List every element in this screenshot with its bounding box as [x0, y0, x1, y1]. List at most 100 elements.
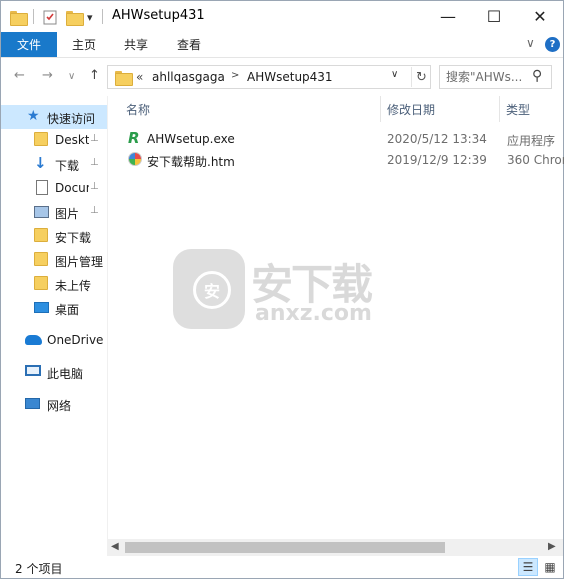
- network-icon: [25, 396, 41, 412]
- breadcrumb-item[interactable]: AHWsetup431: [247, 70, 333, 84]
- file-type: 360 Chrome HTML Document: [507, 153, 564, 167]
- quick-access-dropdown-icon[interactable]: ▾: [87, 8, 93, 26]
- folder-icon: [34, 252, 50, 268]
- exe-icon: R: [128, 129, 140, 147]
- file-list: 名称 修改日期 类型 R AHWsetup.exe 2020/5/12 13:3…: [107, 96, 564, 539]
- sidebar-item-documents[interactable]: Documents ⊥: [1, 176, 107, 200]
- navigation-pane: ★ 快速访问 Desktop ⊥ ↓ 下载 ⊥ Documents ⊥ 图片 ⊥…: [1, 99, 107, 557]
- pin-icon: ⊥: [90, 205, 99, 216]
- file-row[interactable]: R AHWsetup.exe 2020/5/12 13:34 应用程序: [124, 129, 564, 150]
- pictures-icon: [34, 204, 50, 220]
- sidebar-item-this-pc[interactable]: 此电脑: [1, 360, 107, 384]
- desktop-icon: [34, 300, 50, 316]
- details-view-button[interactable]: ☰: [518, 558, 538, 576]
- download-icon: ↓: [34, 154, 47, 172]
- sidebar-item-label: 安下载: [55, 231, 92, 245]
- up-button[interactable]: ↑: [89, 68, 100, 83]
- minimize-button[interactable]: —: [425, 1, 471, 32]
- html-icon: [128, 152, 144, 168]
- sidebar-item-downloads[interactable]: ↓ 下载 ⊥: [1, 152, 107, 176]
- sidebar-item-desktop-cn[interactable]: 桌面: [1, 296, 107, 320]
- navigation-bar: ← → ∨ ↑ « ahllqasgaga > AHWsetup431 ∨ ↻ …: [1, 58, 563, 96]
- sidebar-item-label: 桌面: [55, 303, 80, 317]
- star-icon: ★: [27, 108, 40, 124]
- search-box[interactable]: ⚲: [439, 65, 552, 89]
- explorer-window: ▾ AHWsetup431 — ☐ ✕ 文件 主页 共享 查看 ∨ ? ← → …: [0, 0, 564, 579]
- file-modified: 2020/5/12 13:34: [387, 132, 487, 146]
- file-name: 安下载帮助.htm: [147, 155, 235, 169]
- folder-icon: [34, 276, 50, 292]
- close-button[interactable]: ✕: [517, 1, 563, 32]
- search-icon[interactable]: ⚲: [532, 68, 542, 84]
- sidebar-item-anxiazai[interactable]: 安下载: [1, 224, 107, 248]
- sidebar-item-picture-manager[interactable]: 图片管理: [1, 248, 107, 272]
- column-header-type[interactable]: 类型: [506, 96, 530, 122]
- horizontal-scrollbar[interactable]: ◀ ▶: [107, 539, 563, 556]
- ribbon-tabs: 文件 主页 共享 查看 ∨ ?: [1, 32, 563, 58]
- column-divider[interactable]: [380, 96, 381, 122]
- address-bar[interactable]: « ahllqasgaga > AHWsetup431 ∨ ↻: [107, 65, 431, 89]
- sidebar-item-label: OneDrive: [47, 333, 104, 347]
- sidebar-item-quick-access[interactable]: ★ 快速访问: [1, 105, 107, 129]
- sidebar-item-label: 下载: [55, 159, 80, 173]
- forward-button[interactable]: →: [42, 68, 53, 83]
- breadcrumb-item[interactable]: ahllqasgaga: [152, 70, 225, 84]
- tab-home[interactable]: 主页: [72, 32, 96, 57]
- address-dropdown-icon[interactable]: ∨: [391, 69, 398, 80]
- pin-icon: ⊥: [90, 181, 99, 192]
- breadcrumb-overflow[interactable]: «: [136, 70, 143, 84]
- back-button[interactable]: ←: [14, 68, 25, 83]
- breadcrumb-separator[interactable]: >: [231, 70, 239, 81]
- status-bar: 2 个项目 ☰ ▦: [1, 557, 563, 578]
- file-type: 应用程序: [507, 134, 556, 148]
- sidebar-item-label: Desktop: [55, 133, 89, 147]
- sidebar-item-label: 图片管理: [55, 255, 104, 269]
- tab-share[interactable]: 共享: [124, 32, 148, 57]
- title-divider: [102, 9, 103, 24]
- help-icon[interactable]: ?: [545, 37, 560, 52]
- title-bar: ▾ AHWsetup431 — ☐ ✕: [1, 1, 563, 32]
- sidebar-item-desktop[interactable]: Desktop ⊥: [1, 128, 107, 152]
- sidebar-item-onedrive[interactable]: OneDrive: [1, 328, 107, 352]
- document-icon: [34, 180, 50, 196]
- column-divider[interactable]: [499, 96, 500, 122]
- onedrive-icon: [25, 332, 42, 348]
- scrollbar-thumb[interactable]: [125, 542, 445, 553]
- folder-icon: [115, 71, 133, 86]
- sidebar-item-network[interactable]: 网络: [1, 392, 107, 416]
- sidebar-item-not-uploaded[interactable]: 未上传: [1, 272, 107, 296]
- column-header-name[interactable]: 名称: [126, 96, 150, 122]
- toolbar-divider: [33, 9, 34, 24]
- sidebar-item-label: 图片: [55, 207, 80, 221]
- window-title: AHWsetup431: [112, 8, 205, 23]
- sidebar-item-label: Documents: [55, 181, 89, 195]
- scroll-left-icon[interactable]: ◀: [111, 541, 119, 552]
- file-modified: 2019/12/9 12:39: [387, 153, 487, 167]
- recent-locations-button[interactable]: ∨: [68, 71, 75, 82]
- sidebar-item-label: 网络: [47, 399, 72, 413]
- file-row[interactable]: 安下载帮助.htm 2019/12/9 12:39 360 Chrome HTM…: [124, 150, 564, 171]
- sidebar-item-label: 未上传: [55, 279, 92, 293]
- folder-icon: [10, 8, 28, 26]
- scroll-right-icon[interactable]: ▶: [548, 541, 556, 552]
- sidebar-item-label: 快速访问: [47, 112, 96, 126]
- maximize-button[interactable]: ☐: [471, 1, 517, 32]
- sidebar-item-pictures[interactable]: 图片 ⊥: [1, 200, 107, 224]
- folder-icon: [34, 132, 50, 148]
- expand-ribbon-icon[interactable]: ∨: [526, 36, 535, 50]
- tab-view[interactable]: 查看: [177, 32, 201, 57]
- search-input[interactable]: [446, 69, 532, 85]
- refresh-button[interactable]: ↻: [411, 67, 431, 87]
- column-header-modified[interactable]: 修改日期: [387, 96, 435, 122]
- sidebar-item-label: 此电脑: [47, 367, 84, 381]
- large-icons-view-button[interactable]: ▦: [540, 558, 560, 576]
- file-name: AHWsetup.exe: [147, 132, 235, 146]
- pin-icon: ⊥: [90, 133, 99, 144]
- computer-icon: [25, 364, 41, 380]
- pin-icon: ⊥: [90, 157, 99, 168]
- new-folder-icon[interactable]: [66, 8, 84, 26]
- item-count: 2 个项目: [15, 562, 63, 576]
- folder-icon: [34, 228, 50, 244]
- tab-file[interactable]: 文件: [1, 32, 57, 57]
- properties-icon[interactable]: [43, 8, 58, 26]
